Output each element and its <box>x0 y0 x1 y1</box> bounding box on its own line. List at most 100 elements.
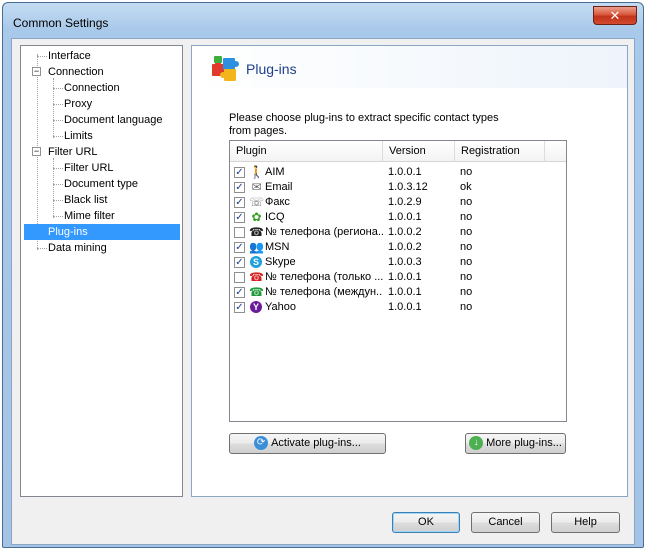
tree-item-label: Limits <box>64 130 93 142</box>
tree-item-limits[interactable]: Limits <box>61 128 96 144</box>
collapse-filter-url-icon[interactable]: − <box>32 147 41 156</box>
tree-item-plug-ins[interactable]: Plug-ins <box>24 224 180 240</box>
puzzle-icon <box>212 56 239 81</box>
tree-item-black-list[interactable]: Black list <box>61 192 110 208</box>
plugin-version: 1.0.2.9 <box>388 196 422 208</box>
plugin-registration: no <box>460 271 473 283</box>
tree-item-data-mining[interactable]: Data mining <box>45 240 110 256</box>
list-item[interactable]: ☎ № телефона (региона... 1.0.0.2 no <box>230 225 566 240</box>
plugin-name: Факс <box>265 196 290 208</box>
activate-plugins-button[interactable]: ⟳ Activate plug-ins... <box>229 433 386 454</box>
tree-item-label: Connection <box>48 66 104 78</box>
aim-icon: 🚶 <box>249 165 264 179</box>
tree-item-connection[interactable]: Connection <box>61 80 123 96</box>
plugins-panel: Plug-ins Please choose plug-ins to extra… <box>191 45 628 497</box>
list-item[interactable]: ✓ 👥 MSN 1.0.0.2 no <box>230 240 566 255</box>
plugin-registration: no <box>460 226 473 238</box>
phone-icon: ☎ <box>249 285 264 299</box>
list-header: Plugin Version Registration <box>230 141 566 162</box>
plugin-version: 1.0.0.1 <box>388 271 422 283</box>
tree-item-connection-group[interactable]: Connection <box>45 64 107 80</box>
list-item[interactable]: ✓ Y Yahoo 1.0.0.1 no <box>230 300 566 315</box>
plugin-checkbox[interactable]: ✓ <box>234 197 245 208</box>
help-button[interactable]: Help <box>551 512 620 533</box>
plugin-version: 1.0.0.2 <box>388 241 422 253</box>
tree-item-label: Mime filter <box>64 210 115 222</box>
plugin-checkbox[interactable]: ✓ <box>234 167 245 178</box>
column-header-version[interactable]: Version <box>383 141 455 162</box>
tree-item-label: Filter URL <box>64 162 114 174</box>
fax-icon: ☏ <box>249 195 265 209</box>
plugin-checkbox[interactable] <box>234 272 245 283</box>
tree-item-mime-filter[interactable]: Mime filter <box>61 208 118 224</box>
cancel-button[interactable]: Cancel <box>471 512 540 533</box>
plugin-version: 1.0.3.12 <box>388 181 428 193</box>
tree-item-label: Interface <box>48 50 91 62</box>
column-header-registration[interactable]: Registration <box>455 141 545 162</box>
download-arrow-icon: ↓ <box>469 436 484 451</box>
plugins-list[interactable]: Plugin Version Registration ✓ 🚶 AIM 1.0.… <box>229 140 567 422</box>
settings-tree[interactable]: Interface − Connection Connection Proxy … <box>20 45 183 497</box>
list-item[interactable]: ☎ № телефона (только ... 1.0.0.1 no <box>230 270 566 285</box>
list-item[interactable]: ✓ S Skype 1.0.0.3 no <box>230 255 566 270</box>
tree-item-proxy[interactable]: Proxy <box>61 96 95 112</box>
plugin-registration: no <box>460 196 473 208</box>
tree-item-interface[interactable]: Interface <box>45 48 94 64</box>
phone-icon: ☎ <box>249 270 264 284</box>
plugin-checkbox[interactable]: ✓ <box>234 287 245 298</box>
plugin-name: № телефона (региона... <box>265 226 383 238</box>
email-icon: ✉ <box>251 180 262 194</box>
description-line: Please choose plug-ins to extract specif… <box>229 112 499 124</box>
plugin-registration: no <box>460 241 473 253</box>
list-item[interactable]: ✓ ✿ ICQ 1.0.0.1 no <box>230 210 566 225</box>
collapse-connection-icon[interactable]: − <box>32 67 41 76</box>
more-plugins-label: More plug-ins... <box>486 437 562 449</box>
tree-item-filter-url-group[interactable]: Filter URL <box>45 144 101 160</box>
plugin-registration: no <box>460 211 473 223</box>
plugin-version: 1.0.0.1 <box>388 211 422 223</box>
plugin-registration: no <box>460 166 473 178</box>
plugin-checkbox[interactable] <box>234 227 245 238</box>
panel-header: Plug-ins <box>192 46 627 88</box>
plugin-version: 1.0.0.1 <box>388 166 422 178</box>
plugin-name: AIM <box>265 166 285 178</box>
plugin-checkbox[interactable]: ✓ <box>234 182 245 193</box>
plugin-checkbox[interactable]: ✓ <box>234 242 245 253</box>
list-item[interactable]: ✓ 🚶 AIM 1.0.0.1 no <box>230 165 566 180</box>
tree-item-label: Document language <box>64 114 163 126</box>
more-plugins-button[interactable]: ↓ More plug-ins... <box>465 433 566 454</box>
panel-title: Plug-ins <box>246 61 297 77</box>
plugin-checkbox[interactable]: ✓ <box>234 257 245 268</box>
list-item[interactable]: ✓ ☎ № телефона (междун... 1.0.0.1 no <box>230 285 566 300</box>
plugin-registration: no <box>460 256 473 268</box>
common-settings-window: Common Settings ✕ Interface − Connection… <box>2 2 644 548</box>
tree-item-label: Connection <box>64 82 120 94</box>
description-line: from pages. <box>229 125 288 137</box>
close-button[interactable]: ✕ <box>593 6 637 25</box>
title-bar: Common Settings ✕ <box>3 3 643 33</box>
skype-icon: S <box>250 256 262 268</box>
tree-item-filter-url[interactable]: Filter URL <box>61 160 117 176</box>
plugin-version: 1.0.0.1 <box>388 286 422 298</box>
column-header-plugin[interactable]: Plugin <box>230 141 383 162</box>
tree-item-label: Black list <box>64 194 108 206</box>
plugin-version: 1.0.0.3 <box>388 256 422 268</box>
plugin-checkbox[interactable]: ✓ <box>234 302 245 313</box>
plugin-name: Yahoo <box>265 301 296 313</box>
tree-item-document-language[interactable]: Document language <box>61 112 165 128</box>
plugin-name: № телефона (только ... <box>265 271 383 283</box>
yahoo-icon: Y <box>250 301 262 313</box>
plugin-version: 1.0.0.2 <box>388 226 422 238</box>
ok-button[interactable]: OK <box>392 512 460 533</box>
client-area: Interface − Connection Connection Proxy … <box>11 38 635 545</box>
list-item[interactable]: ✓ ✉ Email 1.0.3.12 ok <box>230 180 566 195</box>
tree-line <box>53 158 54 218</box>
plugin-registration: no <box>460 301 473 313</box>
tree-item-document-type[interactable]: Document type <box>61 176 141 192</box>
plugin-registration: ok <box>460 181 472 193</box>
plugin-checkbox[interactable]: ✓ <box>234 212 245 223</box>
list-item[interactable]: ✓ ☏ Факс 1.0.2.9 no <box>230 195 566 210</box>
phone-icon: ☎ <box>249 225 264 239</box>
icq-icon: ✿ <box>251 210 262 224</box>
plugin-name: MSN <box>265 241 290 253</box>
